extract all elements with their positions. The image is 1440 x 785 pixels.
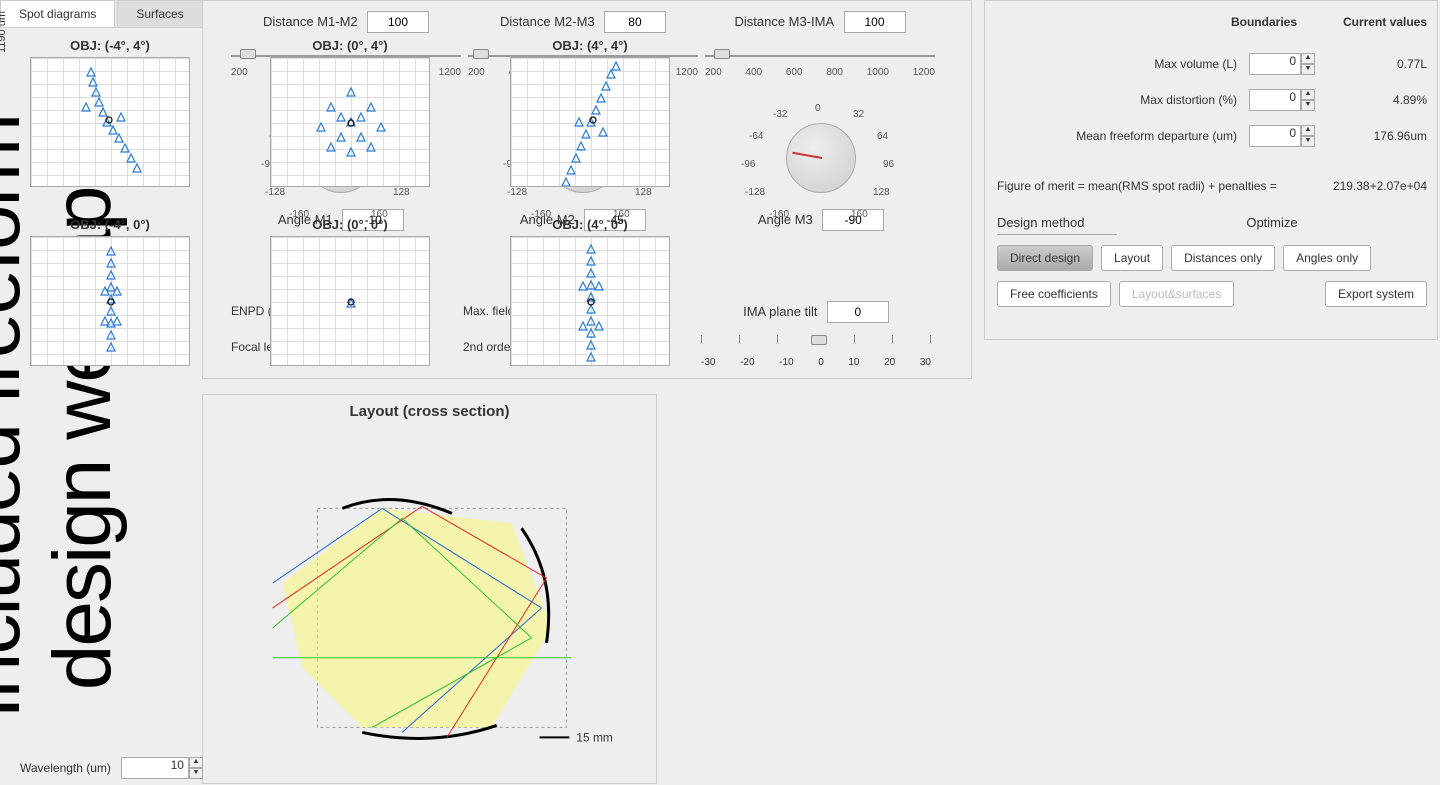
spot-cell-1: 1190 um OBJ: (-4°, 4°) (20, 38, 200, 187)
mean-freeform-value: 176.96um (1327, 129, 1427, 143)
free-coefficients-button[interactable]: Free coefficients (997, 281, 1111, 307)
angles-only-button[interactable]: Angles only (1283, 245, 1371, 271)
panel-layout: Layout (cross section) 15 mm (202, 394, 657, 784)
ima-tilt-label: IMA plane tilt (743, 304, 817, 319)
distance-m2-m3-label: Distance M2-M3 (500, 14, 595, 29)
direct-design-button[interactable]: Direct design (997, 245, 1093, 271)
tab-spot-diagrams[interactable]: Spot diagrams (0, 0, 115, 27)
wavelength-label: Wavelength (um) (20, 761, 111, 775)
boundaries-header: Boundaries (1231, 15, 1297, 29)
fom-value: 219.38+2.07e+04 (1333, 179, 1427, 193)
mean-freeform-input[interactable]: 0 (1249, 125, 1301, 147)
ima-tilt-slider[interactable] (701, 335, 931, 355)
distance-m3-ima-group: Distance M3-IMA 20040060080010001200 (705, 11, 935, 78)
distance-m3-ima-slider[interactable] (705, 51, 935, 63)
mean-freeform-up[interactable]: ▲ (1301, 125, 1315, 136)
distances-only-button[interactable]: Distances only (1171, 245, 1275, 271)
optimize-label: Optimize (1117, 215, 1427, 235)
layout-surfaces-button[interactable]: Layout&surfaces (1119, 281, 1234, 307)
wavelength-down[interactable]: ▼ (189, 768, 203, 779)
mean-freeform-down[interactable]: ▼ (1301, 136, 1315, 147)
svg-text:15 mm: 15 mm (576, 730, 613, 744)
max-distortion-value: 4.89% (1327, 93, 1427, 107)
max-volume-label: Max volume (L) (1007, 57, 1237, 71)
distance-m1-m2-input[interactable] (367, 11, 429, 33)
sidebar-title-1: Included freeform (0, 115, 39, 719)
distance-m3-ima-label: Distance M3-IMA (734, 14, 834, 29)
wavelength-up[interactable]: ▲ (189, 757, 203, 768)
layout-title: Layout (cross section) (203, 395, 656, 428)
spot-cell-4: OBJ: (-4°, 0°) (20, 217, 200, 366)
max-volume-down[interactable]: ▼ (1301, 64, 1315, 75)
distance-m1-m2-label: Distance M1-M2 (263, 14, 358, 29)
distance-m2-m3-input[interactable] (604, 11, 666, 33)
layout-diagram: 15 mm (203, 428, 656, 768)
max-distortion-label: Max distortion (%) (1007, 93, 1237, 107)
spot-yaxis-label: 1190 um (0, 11, 8, 53)
max-distortion-input[interactable]: 0 (1249, 89, 1301, 111)
wavelength-input[interactable]: 10 (121, 757, 189, 779)
fom-label: Figure of merit = mean(RMS spot radii) +… (997, 179, 1277, 193)
max-volume-value: 0.77L (1327, 57, 1427, 71)
angle-m3-knob[interactable] (786, 123, 856, 193)
tab-surfaces[interactable]: Surfaces (117, 0, 202, 27)
panel-optimize: Boundaries Current values Max volume (L)… (984, 0, 1438, 340)
max-volume-input[interactable]: 0 (1249, 53, 1301, 75)
design-method-label: Design method (997, 215, 1117, 235)
max-distortion-up[interactable]: ▲ (1301, 89, 1315, 100)
angle-m3-knob-group: 0 -32 32 -64 64 -96 96 -128 128 -160 160… (731, 101, 911, 231)
spot-cell-5: OBJ: (0°, 0°) (260, 217, 440, 366)
spot-cell-6: OBJ: (4°, 0°) (500, 217, 680, 366)
spot-cell-2: OBJ: (0°, 4°) (260, 38, 440, 187)
max-volume-up[interactable]: ▲ (1301, 53, 1315, 64)
layout-button[interactable]: Layout (1101, 245, 1163, 271)
export-system-button[interactable]: Export system (1325, 281, 1427, 307)
mean-freeform-label: Mean freeform departure (um) (1007, 129, 1237, 143)
current-values-header: Current values (1343, 15, 1427, 29)
max-distortion-down[interactable]: ▼ (1301, 100, 1315, 111)
ima-tilt-input[interactable] (827, 301, 889, 323)
spot-cell-3: OBJ: (4°, 4°) (500, 38, 680, 187)
distance-m3-ima-input[interactable] (844, 11, 906, 33)
